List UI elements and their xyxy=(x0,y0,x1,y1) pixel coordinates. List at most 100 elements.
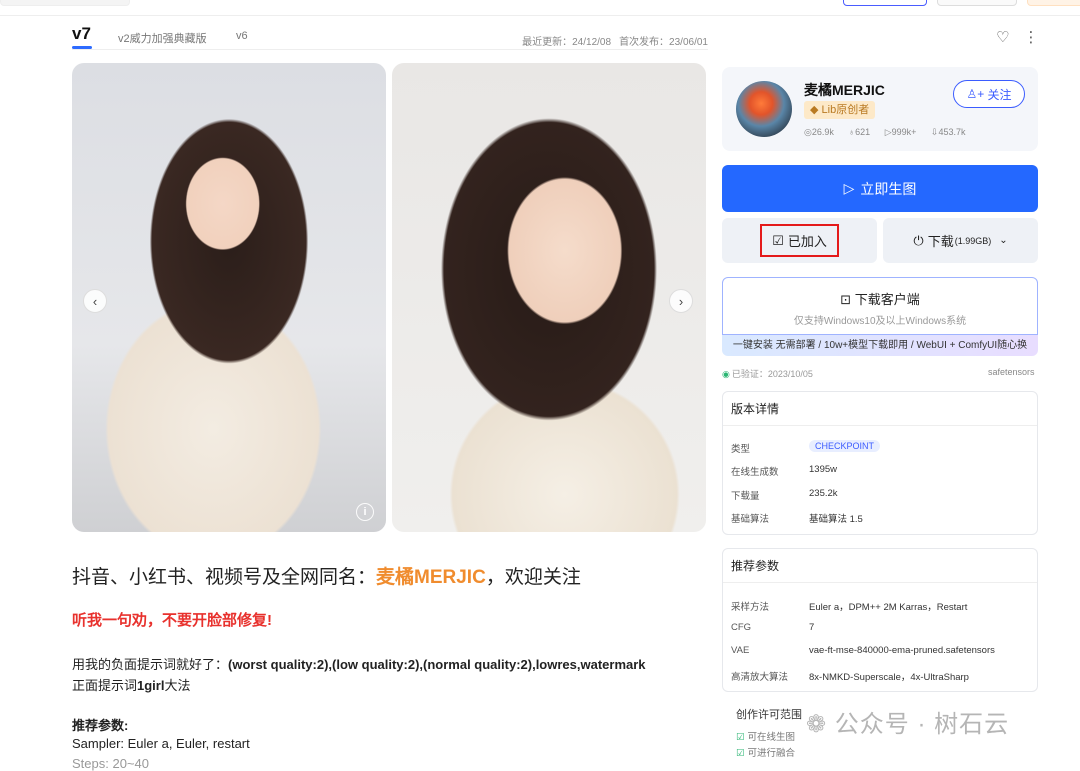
positive-prompt: 1girl xyxy=(137,678,165,693)
param-key: 采样方法 xyxy=(731,602,770,613)
nav-button-primary[interactable] xyxy=(843,0,927,6)
negative-prompt: (worst quality:2),(low quality:2),(norma… xyxy=(228,657,646,672)
client-title-label: 下载客户端 xyxy=(854,292,920,307)
highlight-box: ☑ 已加入 xyxy=(760,224,839,257)
stat-runs-value: 999k+ xyxy=(891,127,917,137)
check-icon: ☑ xyxy=(736,748,745,759)
param-key: CFG xyxy=(731,622,752,633)
checkbox-icon: ☑ xyxy=(772,232,784,248)
detail-key: 下载量 xyxy=(731,491,760,502)
tab-v6[interactable]: v6 xyxy=(236,30,248,42)
badge-icon: ◆ xyxy=(810,104,819,116)
tab-v2[interactable]: v2威力加强典藏版 xyxy=(118,30,207,46)
license-item: ☑ 可在线生图 xyxy=(736,729,795,743)
neg-prefix: 用我的负面提示词就好了： xyxy=(72,657,229,672)
detail-key: 类型 xyxy=(731,444,751,455)
chevron-left-icon: ‹ xyxy=(92,293,98,309)
client-title: ⊡ 下载客户端 xyxy=(723,289,1037,308)
add-user-icon: ♙+ xyxy=(966,87,985,101)
detail-value: 基础算法 1.5 xyxy=(809,514,863,525)
top-nav-bar xyxy=(0,0,1080,16)
detail-value: 235.2k xyxy=(809,488,838,499)
tab-v7[interactable]: v7 xyxy=(72,24,91,44)
stat-likes: ♁621 xyxy=(848,127,871,137)
license-item: ☑ 可进行融合 xyxy=(736,745,795,759)
follow-button[interactable]: ♙+ 关注 xyxy=(953,80,1025,108)
stat-downloads-value: 453.7k xyxy=(938,127,966,137)
param-value: 8x-NMKD-Superscale，4x-UltraSharp xyxy=(809,672,969,683)
warning-text: 听我一句劝，不要开脸部修复! xyxy=(72,612,272,629)
more-vert-icon[interactable]: ⋮ xyxy=(1023,29,1038,46)
generate-label: 立即生图 xyxy=(860,180,917,197)
param-value: 7 xyxy=(809,622,815,633)
detail-key: 基础算法 xyxy=(731,514,770,525)
prompt-tips: 用我的负面提示词就好了：(worst quality:2),(low quali… xyxy=(72,654,712,696)
heart-icon[interactable]: ♡ xyxy=(996,29,1009,46)
sampler-text: Sampler: Euler a, Euler, restart xyxy=(72,736,250,751)
chevron-down-icon[interactable]: ⌄ xyxy=(999,235,1007,246)
verified-text: 已验证：2023/10/05 xyxy=(731,369,813,379)
check-icon: ☑ xyxy=(736,732,745,743)
param-value: vae-ft-mse-840000-ema-pruned.safetensors xyxy=(809,645,995,656)
check-circle-icon: ◉ xyxy=(722,369,730,379)
file-format: safetensors xyxy=(988,367,1035,377)
nav-button-vip[interactable] xyxy=(1027,0,1080,6)
params-heading: 推荐参数: xyxy=(72,718,129,733)
detail-key: 在线生成数 xyxy=(731,467,779,478)
watermark-text: 公众号 · 树石云 xyxy=(834,711,1010,738)
detail-value: CHECKPOINT xyxy=(809,440,881,452)
version-details-panel: 版本详情 类型 CHECKPOINT 在线生成数 1395w 下载量 235.2k 基… xyxy=(722,391,1038,535)
top-actions: ♡ ⋮ xyxy=(996,28,1052,46)
showcase-image-1[interactable] xyxy=(72,63,386,532)
version-tabs: v7 v2威力加强典藏版 v6 最近更新：24/12/08 首次发布：23/06/… xyxy=(72,24,708,50)
download-size: (1.99GB) xyxy=(954,235,992,246)
info-icon: i xyxy=(363,506,367,518)
download-button[interactable]: ⏻ 下载 (1.99GB) ⌄ xyxy=(883,218,1038,263)
carousel-prev-button[interactable]: ‹ xyxy=(83,289,107,313)
intro-text: 抖音、小红书、视频号及全网同名： xyxy=(72,567,377,588)
showcase-image-2[interactable] xyxy=(392,63,706,532)
added-label: 已加入 xyxy=(787,234,827,249)
stat-runs: ▷999k+ xyxy=(884,127,917,137)
download-icon: ⏻ xyxy=(913,232,924,248)
carousel-next-button[interactable]: › xyxy=(669,289,693,313)
image-info-button[interactable]: i xyxy=(356,503,374,521)
client-subtitle: 仅支持Windows10及以上Windows系统 xyxy=(793,316,967,327)
nav-button[interactable] xyxy=(937,0,1017,6)
badge-label: Lib原创者 xyxy=(821,104,870,116)
param-key: 高清放大算法 xyxy=(731,672,789,683)
stat-views: ◎26.9k xyxy=(804,127,834,137)
recommended-title: 推荐参数 xyxy=(723,549,1037,583)
stat-likes-value: 621 xyxy=(855,127,871,137)
follow-label: 关注 xyxy=(987,87,1012,102)
license-label: 可在线生图 xyxy=(747,732,796,743)
avatar[interactable] xyxy=(736,81,792,137)
active-tab-indicator xyxy=(72,46,92,49)
chevron-right-icon: › xyxy=(678,293,684,309)
brand-name: 麦橘MERJIC xyxy=(376,567,486,588)
intro-suffix: ，欢迎关注 xyxy=(485,567,581,588)
verified-date: ◉ 已验证：2023/10/05 xyxy=(722,367,813,380)
pos-suffix: 大法 xyxy=(164,678,191,693)
added-button[interactable]: ☑ 已加入 xyxy=(722,218,877,263)
stat-downloads: ⇩453.7k xyxy=(930,127,966,137)
recommended-params-panel: 推荐参数 采样方法 Euler a，DPM++ 2M Karras，Restart… xyxy=(722,548,1038,692)
generate-button[interactable]: ▷ 立即生图 xyxy=(722,165,1038,212)
author-stats: ◎26.9k ♁621 ▷999k+ ⇩453.7k xyxy=(804,127,978,138)
type-pill: CHECKPOINT xyxy=(809,440,881,452)
wechat-icon: ❁ xyxy=(806,711,828,738)
download-label: 下载 xyxy=(927,234,954,249)
last-updated: 最近更新：24/12/08 xyxy=(522,37,612,48)
creator-badge: ◆ Lib原创者 xyxy=(804,101,876,119)
download-client-card[interactable]: ⊡ 下载客户端 仅支持Windows10及以上Windows系统 xyxy=(722,277,1038,335)
description-intro: 抖音、小红书、视频号及全网同名：麦橘MERJIC，欢迎关注 xyxy=(72,562,581,589)
version-dates: 最近更新：24/12/08 首次发布：23/06/01 xyxy=(522,33,708,48)
client-banner: 一键安装 无需部署 / 10w+模型下载即用 / WebUI + ComfyUI… xyxy=(722,335,1038,356)
param-key: VAE xyxy=(731,645,750,656)
author-name[interactable]: 麦橘MERJIC xyxy=(804,80,885,100)
detail-value: 1395w xyxy=(809,464,837,475)
first-published: 首次发布：23/06/01 xyxy=(619,37,708,48)
license-title: 创作许可范围 xyxy=(736,709,802,721)
author-card: 麦橘MERJIC ◆ Lib原创者 ◎26.9k ♁621 ▷999k+ ⇩45… xyxy=(722,67,1038,151)
nav-search-box[interactable] xyxy=(0,0,130,6)
